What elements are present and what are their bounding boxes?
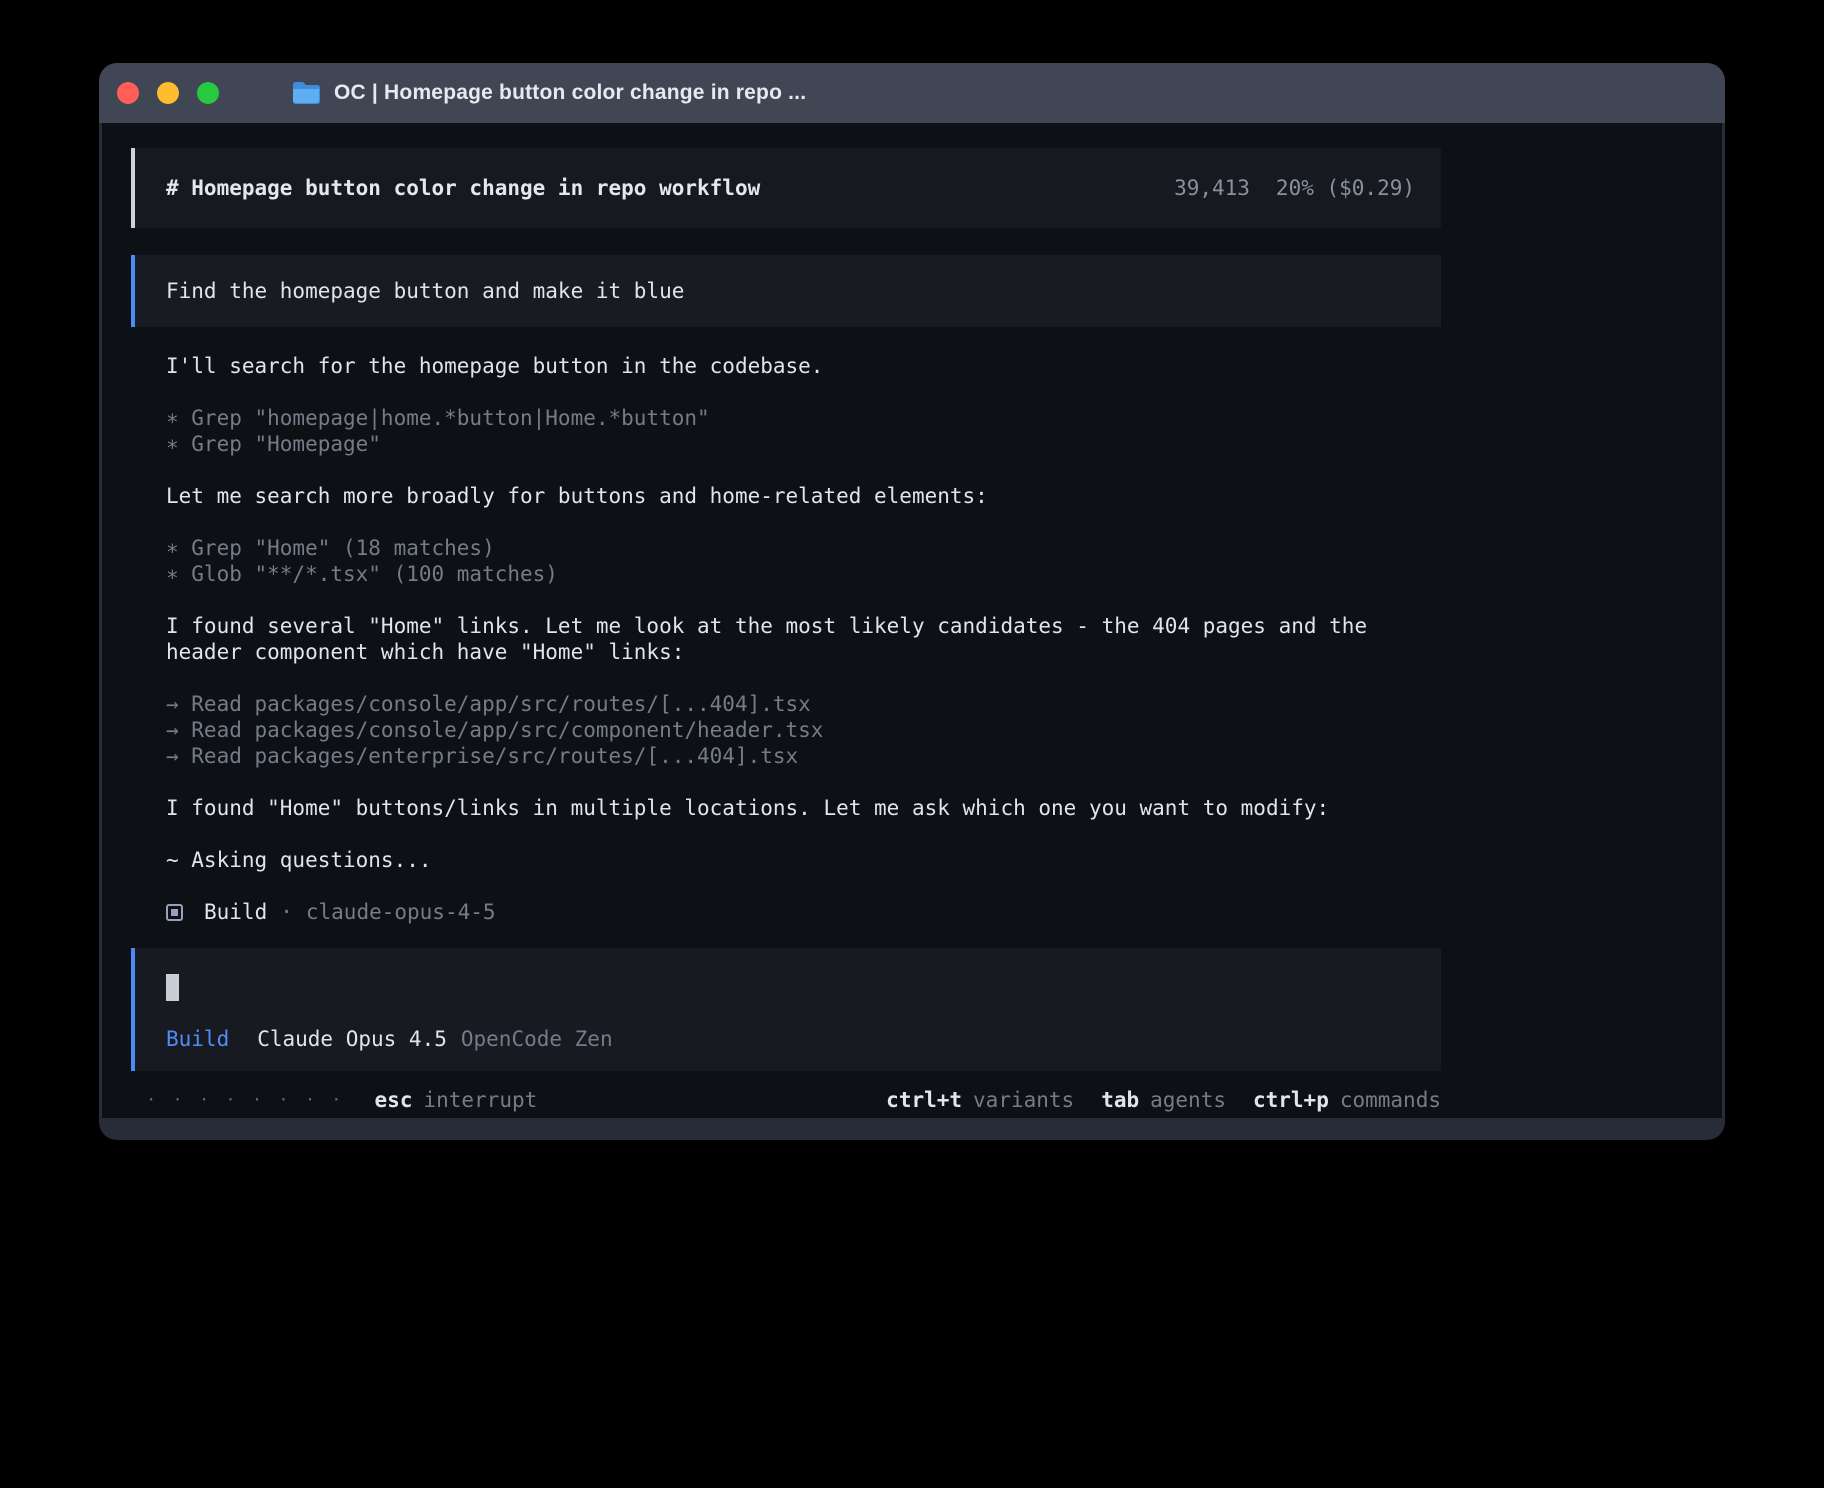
title-group: OC | Homepage button color change in rep… [291, 80, 806, 106]
tool-call-read: → Read packages/enterprise/src/routes/[.… [166, 743, 1441, 769]
hint-variants: ctrl+t variants [886, 1088, 1074, 1112]
assistant-text: I found "Home" buttons/links in multiple… [166, 795, 1441, 821]
hint-agents: tab agents [1101, 1088, 1226, 1112]
commands-label: commands [1340, 1088, 1441, 1112]
assistant-text: header component which have "Home" links… [166, 639, 1441, 665]
assistant-message: Let me search more broadly for buttons a… [166, 483, 1441, 509]
input-provider-label: OpenCode Zen [461, 1027, 613, 1051]
activity-status: ~ Asking questions... [166, 847, 1441, 873]
user-message: Find the homepage button and make it blu… [131, 255, 1441, 327]
tool-call-glob: ∗ Glob "**/*.tsx" (100 matches) [166, 561, 1441, 587]
close-button[interactable] [117, 82, 139, 104]
titlebar[interactable]: OC | Homepage button color change in rep… [99, 63, 1725, 123]
assistant-message: I found several "Home" links. Let me loo… [166, 613, 1441, 665]
activity-status-text: ~ Asking questions... [166, 847, 1441, 873]
tool-call-group: → Read packages/console/app/src/routes/[… [166, 691, 1441, 769]
agent-model-label: claude-opus-4-5 [306, 899, 496, 926]
folder-icon [291, 80, 321, 106]
assistant-message: I'll search for the homepage button in t… [166, 353, 1441, 379]
input-model-label[interactable]: Claude Opus 4.5 [257, 1027, 447, 1051]
assistant-text: I'll search for the homepage button in t… [166, 353, 1441, 379]
conversation-transcript: I'll search for the homepage button in t… [131, 353, 1441, 873]
session-stats: 39,413 20% ($0.29) [1174, 176, 1415, 200]
separator-dot-icon: · [280, 899, 293, 926]
tool-call-group: ∗ Grep "homepage|home.*button|Home.*butt… [166, 405, 1441, 457]
interrupt-label: interrupt [423, 1088, 537, 1112]
user-message-text: Find the homepage button and make it blu… [166, 279, 684, 303]
minimize-button[interactable] [157, 82, 179, 104]
tool-call-group: ∗ Grep "Home" (18 matches) ∗ Glob "**/*.… [166, 535, 1441, 587]
statusbar-right: ctrl+t variants tab agents ctrl+p comman… [886, 1088, 1441, 1112]
context-usage: 20% ($0.29) [1276, 176, 1415, 200]
tool-call-read: → Read packages/console/app/src/routes/[… [166, 691, 1441, 717]
input-status-line: Build Claude Opus 4.5 OpenCode Zen [166, 1027, 1410, 1051]
input-mode-label[interactable]: Build [166, 1027, 229, 1051]
agent-mode-label: Build [204, 899, 267, 926]
ctrl-p-key-label: ctrl+p [1253, 1088, 1329, 1112]
prompt-input[interactable]: Build Claude Opus 4.5 OpenCode Zen [131, 948, 1441, 1071]
variants-label: variants [973, 1088, 1074, 1112]
window-title: OC | Homepage button color change in rep… [334, 81, 806, 105]
statusbar-left: · · · · · · · · esc interrupt [146, 1087, 537, 1113]
ctrl-t-key-label: ctrl+t [886, 1088, 962, 1112]
assistant-text: I found several "Home" links. Let me loo… [166, 613, 1441, 639]
assistant-text: Let me search more broadly for buttons a… [166, 483, 1441, 509]
hint-interrupt: esc interrupt [375, 1088, 538, 1112]
assistant-message: I found "Home" buttons/links in multiple… [166, 795, 1441, 821]
tool-call-grep: ∗ Grep "homepage|home.*button|Home.*butt… [166, 405, 1441, 431]
desktop-background: OC | Homepage button color change in rep… [0, 0, 1824, 1488]
text-cursor [166, 974, 179, 1001]
terminal-content: # Homepage button color change in repo w… [102, 123, 1722, 1118]
tool-call-grep: ∗ Grep "Home" (18 matches) [166, 535, 1441, 561]
agent-icon [166, 904, 183, 921]
tool-call-grep: ∗ Grep "Homepage" [166, 431, 1441, 457]
agent-status-line: Build · claude-opus-4-5 [131, 899, 1441, 926]
hint-commands: ctrl+p commands [1253, 1088, 1441, 1112]
window-controls [117, 82, 219, 104]
tool-call-read: → Read packages/console/app/src/componen… [166, 717, 1441, 743]
token-count: 39,413 [1174, 176, 1250, 200]
tab-key-label: tab [1101, 1088, 1139, 1112]
statusbar: · · · · · · · · esc interrupt ctrl+t var… [131, 1087, 1441, 1113]
session-title: # Homepage button color change in repo w… [166, 176, 760, 200]
zoom-button[interactable] [197, 82, 219, 104]
session-header: # Homepage button color change in repo w… [131, 148, 1441, 228]
agents-label: agents [1150, 1088, 1226, 1112]
progress-spinner: · · · · · · · · [146, 1087, 345, 1113]
terminal-window: OC | Homepage button color change in rep… [99, 63, 1725, 1140]
esc-key-label: esc [375, 1088, 413, 1112]
